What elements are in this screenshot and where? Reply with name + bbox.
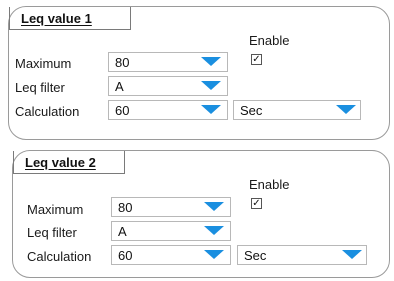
maximum-label: Maximum [27,202,84,217]
leq-filter-label: Leq filter [27,225,77,240]
unit-value: Sec [240,103,263,118]
leq-filter-value: A [118,224,127,239]
chevron-down-icon [204,226,224,235]
calculation-label: Calculation [27,249,92,264]
calculation-value: 60 [115,103,130,118]
panel-title: Leq value 1 [21,11,92,26]
chevron-down-icon [201,57,221,66]
calculation-dropdown[interactable]: 60 [108,100,228,120]
leq-filter-dropdown[interactable]: A [111,221,231,241]
chevron-down-icon [204,250,224,259]
chevron-down-icon [204,202,224,211]
maximum-dropdown[interactable]: 80 [108,52,228,72]
leq-filter-label: Leq filter [15,80,65,95]
enable-label: Enable [249,177,290,192]
leq-value-1-panel: Leq value 1 Enable ✓ Maximum 80 Leq filt… [8,6,390,140]
panel-title: Leq value 2 [25,155,96,170]
chevron-down-icon [336,105,356,114]
unit-dropdown[interactable]: Sec [237,245,367,265]
maximum-value: 80 [115,55,130,70]
calculation-dropdown[interactable]: 60 [111,245,231,265]
leq-filter-dropdown[interactable]: A [108,76,228,96]
chevron-down-icon [342,250,362,259]
maximum-label: Maximum [15,56,72,71]
chevron-down-icon [201,81,221,90]
enable-checkbox[interactable]: ✓ [251,198,262,209]
unit-value: Sec [244,248,267,263]
enable-checkbox[interactable]: ✓ [251,54,262,65]
maximum-dropdown[interactable]: 80 [111,197,231,217]
leq-filter-value: A [115,79,124,94]
chevron-down-icon [201,105,221,114]
calculation-value: 60 [118,248,133,263]
enable-label: Enable [249,33,290,48]
leq-value-2-panel: Leq value 2 Enable ✓ Maximum 80 Leq filt… [12,150,390,278]
unit-dropdown[interactable]: Sec [233,100,361,120]
calculation-label: Calculation [15,104,80,119]
maximum-value: 80 [118,200,133,215]
